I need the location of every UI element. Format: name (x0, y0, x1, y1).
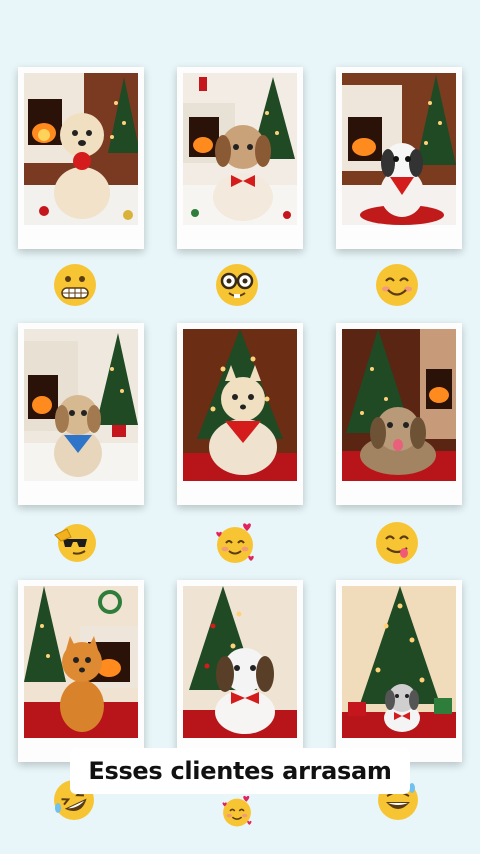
shih-tzu-photo (24, 329, 138, 481)
polaroid-card (177, 580, 303, 762)
pomeranian-photo (24, 586, 138, 738)
nerd-face-icon (215, 263, 259, 307)
shih-tzu-photo (342, 586, 456, 738)
polaroid-card (336, 67, 462, 249)
smiling-face-with-hearts-icon (213, 521, 257, 565)
smiling-face-icon (375, 263, 419, 307)
caption-box: Esses clientes arrasam (70, 748, 410, 794)
saluting-sunglasses-face-icon (53, 521, 97, 565)
smiling-face-with-hearts-icon (220, 794, 254, 828)
grimacing-face-icon (53, 263, 97, 307)
shih-tzu-photo (342, 329, 456, 481)
polaroid-card (336, 580, 462, 762)
polaroid-card (18, 580, 144, 762)
polaroid-card (177, 67, 303, 249)
caption-text: Esses clientes arrasam (88, 757, 392, 785)
polaroid-card (336, 323, 462, 505)
shih-tzu-photo (342, 73, 456, 225)
shih-tzu-photo (183, 586, 297, 738)
polaroid-card (18, 67, 144, 249)
polaroid-card (18, 323, 144, 505)
polaroid-card (177, 323, 303, 505)
face-savoring-food-icon (375, 521, 419, 565)
pomeranian-photo (24, 73, 138, 225)
shih-tzu-photo (183, 73, 297, 225)
pomeranian-photo (183, 329, 297, 481)
